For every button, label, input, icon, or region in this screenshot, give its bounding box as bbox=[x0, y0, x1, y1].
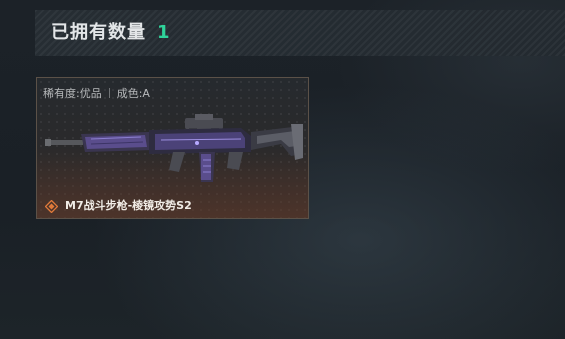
diamond-emblem-icon bbox=[45, 199, 58, 213]
card-meta-row: 稀有度:优品 成色:A bbox=[43, 87, 150, 101]
card-footer: M7战斗步枪-棱镜攻势S2 bbox=[45, 198, 192, 214]
rarity-text: 稀有度:优品 bbox=[43, 87, 102, 100]
owned-count-label: 已拥有数量 bbox=[51, 22, 146, 43]
item-name: M7战斗步枪-棱镜攻势S2 bbox=[65, 199, 192, 212]
meta-divider bbox=[108, 88, 110, 98]
rifle-image bbox=[45, 114, 303, 182]
owned-count-value: 1 bbox=[157, 22, 170, 43]
condition-text: 成色:A bbox=[116, 87, 150, 100]
item-card[interactable]: 稀有度:优品 成色:A M7战斗步枪-棱镜攻势S2 bbox=[36, 77, 309, 219]
